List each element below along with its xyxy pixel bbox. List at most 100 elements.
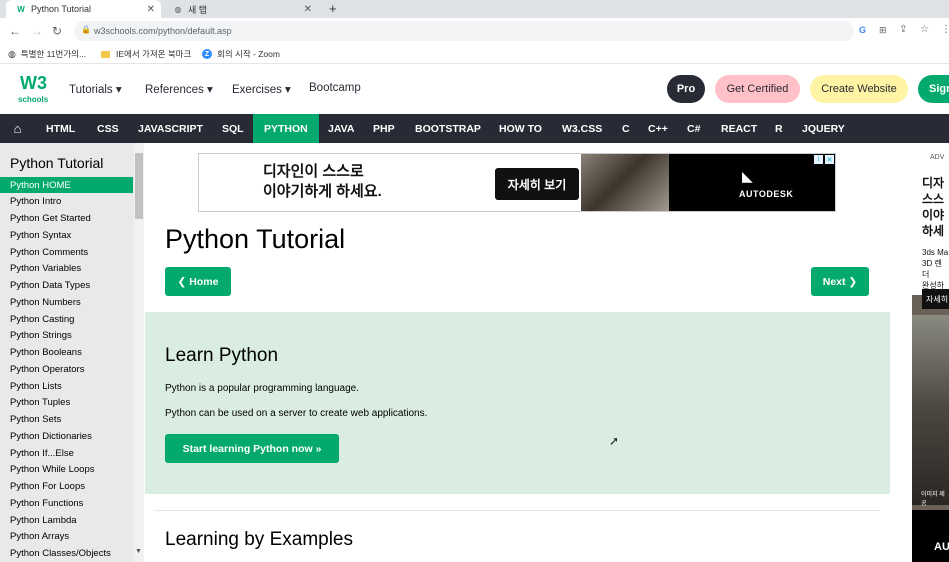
sidebar-item[interactable]: Python Classes/Objects [0,546,133,562]
home-icon[interactable]: ⌂ [0,114,35,143]
next-button[interactable]: Next ❯ [811,267,869,296]
sidebar-item[interactable]: Python Lists [0,378,133,394]
menu-icon[interactable]: ⋮ [941,24,949,35]
sidebar-item[interactable]: Python Functions [0,495,133,511]
sidebar-scrollbar[interactable]: ▼ [134,143,144,562]
sidebar-item[interactable]: Python Booleans [0,345,133,361]
right-ad[interactable]: 디자 스스 이야 하세 3ds Ma 3D 렌더 완성하 자세히 이미지 제공 … [912,165,949,562]
scrollbar-thumb[interactable] [135,153,143,219]
sidebar-item[interactable]: Python If...Else [0,445,133,461]
star-icon[interactable]: ☆ [920,24,929,35]
sidebar-item[interactable]: Python Intro [0,194,133,210]
nav-jquery[interactable]: JQUERY [792,114,855,143]
nav-java[interactable]: JAVA [317,114,365,143]
learn-heading: Learn Python [165,345,279,366]
sidebar-item[interactable]: Python Dictionaries [0,428,133,444]
ad-chair-image [581,154,669,211]
tab-python-tutorial[interactable]: W Python Tutorial ✕ [6,0,161,18]
reload-icon[interactable]: ↻ [52,24,62,38]
nav-html[interactable]: HTML [35,114,86,143]
create-website-button[interactable]: Create Website [810,75,908,103]
sidebar-item[interactable]: Python Variables [0,261,133,277]
bookmark-folder-ie[interactable]: IE에서 가져온 북마크 [101,47,191,61]
tab-label: 새 탭 [188,4,208,15]
back-arrow-icon[interactable]: ← [9,24,21,38]
sidebar-item[interactable]: Python For Loops [0,479,133,495]
autodesk-logo-icon: ◣ [742,168,753,184]
address-bar-row: ← → ↻ 🔒 w3schools.com/python/default.asp… [0,18,949,44]
home-button[interactable]: ❮ Home [165,267,231,296]
sidebar-item[interactable]: Python Lambda [0,512,133,528]
ad-headline-1: 디자인이 스스로 [263,163,364,180]
menu-exercises[interactable]: Exercises ▾ [232,82,291,96]
url-field[interactable]: 🔒 w3schools.com/python/default.asp [74,21,854,41]
nav-r[interactable]: R [765,114,793,143]
nav-bootstrap[interactable]: BOOTSTRAP [404,114,492,143]
nav-how-to[interactable]: HOW TO [488,114,553,143]
mouse-cursor-icon: ➚ [609,434,620,448]
right-ad-label: ADV [930,154,945,161]
sidebar-item[interactable]: Python Data Types [0,278,133,294]
nav-csharp[interactable]: C# [677,114,710,143]
ad-cta-button[interactable]: 자세히 보기 [495,168,579,200]
browser-tab-strip: W Python Tutorial ✕ ◍ 새 탭 ✕ + [0,0,949,18]
sidebar-item[interactable]: Python Syntax [0,227,133,243]
scroll-down-arrow-icon[interactable]: ▼ [135,548,142,555]
sidebar-item[interactable]: Python Arrays [0,529,133,545]
sidebar-item[interactable]: Python Operators [0,361,133,377]
sidebar-item[interactable]: Python Sets [0,412,133,428]
right-ad-cta[interactable]: 자세히 [922,289,949,309]
close-icon[interactable]: ✕ [147,4,155,15]
sidebar-item[interactable]: Python Get Started [0,211,133,227]
right-ad-line-2: 스스 [922,192,945,206]
google-icon[interactable]: G [859,25,866,35]
nav-sql[interactable]: SQL [211,114,255,143]
sidebar-item[interactable]: Python HOME [0,177,133,193]
globe-icon: ◍ [174,4,182,14]
url-text: w3schools.com/python/default.asp [94,26,232,36]
sidebar-item[interactable]: Python While Loops [0,462,133,478]
new-tab-button[interactable]: + [329,1,337,16]
start-learning-button[interactable]: Start learning Python now » [165,434,339,463]
nav-python[interactable]: PYTHON [253,114,319,143]
right-ad-caption: 이미지 제공 [921,492,945,507]
sidebar-item[interactable]: Python Comments [0,244,133,260]
sidebar: Python Tutorial Python HOME Python Intro P… [0,143,144,562]
sidebar-item[interactable]: Python Casting [0,311,133,327]
translate-icon[interactable]: ⊞ [879,25,887,36]
ad-banner[interactable]: 디자인이 스스로 이야기하게 하세요. 자세히 보기 ◣ AUTODESK i … [198,153,836,212]
ad-brand-panel: ◣ AUTODESK [669,154,835,211]
nav-javascript[interactable]: JAVASCRIPT [127,114,214,143]
tab-label: Python Tutorial [31,4,92,14]
ad-info-icon[interactable]: i [814,155,823,164]
close-icon[interactable]: ✕ [304,4,312,15]
menu-bootcamp[interactable]: Bootcamp [309,82,361,94]
w3schools-favicon-icon: W [17,4,25,14]
globe-icon: ◍ [8,48,16,59]
bookmark-11st[interactable]: ◍ 특별한 11번가의... [8,47,86,61]
sign-up-button[interactable]: Sign [918,75,949,103]
nav-react[interactable]: REACT [711,114,767,143]
nav-css[interactable]: CSS [86,114,130,143]
menu-references[interactable]: References ▾ [145,82,213,96]
right-ad-line-1: 디자 [922,176,945,190]
sidebar-item[interactable]: Python Tuples [0,395,133,411]
get-certified-button[interactable]: Get Certified [715,75,800,103]
sidebar-item[interactable]: Python Numbers [0,294,133,310]
intro-text-2: Python can be used on a server to create… [165,408,428,419]
language-nav: ⌂ HTML CSS JAVASCRIPT SQL PYTHON JAVA PH… [0,114,949,143]
ad-close-icon[interactable]: ✕ [825,155,834,164]
pro-button[interactable]: Pro [667,75,705,103]
forward-arrow-icon[interactable]: → [31,24,43,38]
w3schools-logo[interactable]: W3 schools [17,73,51,105]
share-icon[interactable]: ⇪ [899,24,907,35]
nav-php[interactable]: PHP [363,114,405,143]
intro-text-1: Python is a popular programming language… [165,383,360,394]
tab-new[interactable]: ◍ 새 탭 ✕ [163,0,318,18]
sidebar-item[interactable]: Python Strings [0,328,133,344]
nav-w3css[interactable]: W3.CSS [551,114,613,143]
nav-cpp[interactable]: C++ [637,114,679,143]
bookmark-zoom[interactable]: Z 회의 시작 - Zoom [202,47,280,61]
menu-tutorials[interactable]: Tutorials ▾ [69,82,122,96]
right-ad-sub-1: 3ds Ma [922,248,949,257]
